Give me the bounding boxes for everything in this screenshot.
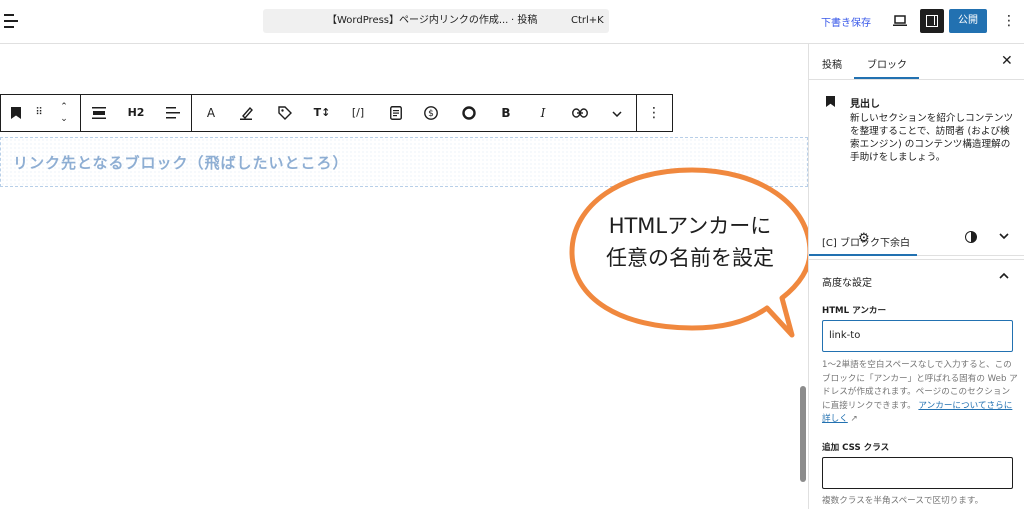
command-palette-bar[interactable]: 【WordPress】ページ内リンクの作成... · 投稿 Ctrl+K xyxy=(263,9,609,33)
canvas-scrollbar[interactable] xyxy=(800,386,806,482)
html-anchor-label: HTML アンカー xyxy=(822,306,887,316)
callout-text: HTMLアンカーに 任意の名前を設定 xyxy=(580,210,800,274)
toolbar-divider xyxy=(191,95,192,131)
callout-line-2: 任意の名前を設定 xyxy=(606,246,774,270)
panel-advanced: 高度な設定 HTML アンカー link-to 1〜2単語を空白スペースなしで入… xyxy=(809,260,1024,509)
italic-button[interactable]: I xyxy=(533,95,553,131)
css-class-label: 追加 CSS クラス xyxy=(822,443,890,453)
link-icon[interactable] xyxy=(569,95,591,131)
external-link-icon: ↗ xyxy=(847,414,858,424)
tag-icon[interactable] xyxy=(275,95,295,131)
sidebar-tabs: 投稿 ブロック ✕ xyxy=(809,44,1024,80)
panel-advanced-title[interactable]: 高度な設定 xyxy=(822,274,872,289)
document-type: · 投稿 xyxy=(511,15,538,26)
preview-device-icon[interactable] xyxy=(893,15,907,27)
settings-sidebar-toggle-icon[interactable] xyxy=(920,9,944,33)
shortcut-hint: Ctrl+K xyxy=(571,15,604,26)
block-card-title: 見出し xyxy=(850,99,880,110)
chevron-down-icon xyxy=(999,233,1009,240)
text-color-button[interactable]: A xyxy=(201,95,221,131)
panel-block-margin[interactable]: [C] ブロック下余白 xyxy=(809,220,1024,260)
tab-active-indicator xyxy=(854,77,919,79)
alignment-icon[interactable] xyxy=(89,95,109,131)
dollar-icon[interactable]: $ xyxy=(421,95,441,131)
text-align-icon[interactable] xyxy=(163,95,183,131)
block-toolbar: ⠿ ⌃ ⌄ H2 A T↕ [/] $ B I ⋮ xyxy=(0,94,673,132)
more-formats-chevron-icon[interactable] xyxy=(607,95,627,131)
document-overview-icon[interactable] xyxy=(4,14,20,28)
close-icon[interactable]: ✕ xyxy=(1001,53,1013,69)
tab-block[interactable]: ブロック xyxy=(867,56,907,71)
top-toolbar: 【WordPress】ページ内リンクの作成... · 投稿 Ctrl+K 下書き… xyxy=(0,0,1024,44)
chevron-up-icon[interactable] xyxy=(999,271,1009,281)
move-up-down-icon[interactable]: ⌃ ⌄ xyxy=(55,95,73,131)
toolbar-divider xyxy=(80,95,81,131)
inline-code-button[interactable]: [/] xyxy=(346,95,370,131)
drag-handle-icon[interactable]: ⠿ xyxy=(31,95,47,131)
ruby-button[interactable]: T↕ xyxy=(311,95,333,131)
tab-post[interactable]: 投稿 xyxy=(822,56,842,71)
options-menu-icon[interactable]: ⋮ xyxy=(1002,14,1016,28)
css-class-help: 複数クラスを半角スペースで区切ります。 xyxy=(822,496,984,506)
css-class-input[interactable] xyxy=(822,457,1013,489)
document-icon[interactable] xyxy=(386,95,406,131)
highlight-icon[interactable] xyxy=(237,95,257,131)
heading-level-button[interactable]: H2 xyxy=(123,95,149,131)
panel-block-margin-title: [C] ブロック下余白 xyxy=(822,238,910,249)
toolbar-divider xyxy=(636,95,637,131)
block-type-icon[interactable] xyxy=(9,95,23,131)
callout-line-1: HTMLアンカーに xyxy=(608,214,772,238)
heading-block-icon xyxy=(826,96,835,107)
heading-block-text[interactable]: リンク先となるブロック（飛ばしたいところ） xyxy=(13,152,349,173)
save-draft-button[interactable]: 下書き保存 xyxy=(821,14,871,29)
settings-sidebar: 投稿 ブロック ✕ 見出し 新しいセクションを紹介しコンテンツを整理することで、… xyxy=(808,44,1024,509)
block-options-icon[interactable]: ⋮ xyxy=(646,95,662,131)
document-title: 【WordPress】ページ内リンクの作成... xyxy=(327,15,509,26)
html-anchor-help: 1〜2単語を空白スペースなしで入力すると、このブロックに「アンカー」と呼ばれる固… xyxy=(822,359,1018,427)
publish-button[interactable]: 公開 xyxy=(949,9,987,33)
bold-button[interactable]: B xyxy=(496,95,516,131)
svg-text:$: $ xyxy=(428,109,434,119)
block-card-description: 新しいセクションを紹介しコンテンツを整理することで、訪問者 (および検索エンジン… xyxy=(850,113,1014,163)
html-anchor-input[interactable]: link-to xyxy=(822,320,1013,352)
circle-icon[interactable] xyxy=(459,95,479,131)
